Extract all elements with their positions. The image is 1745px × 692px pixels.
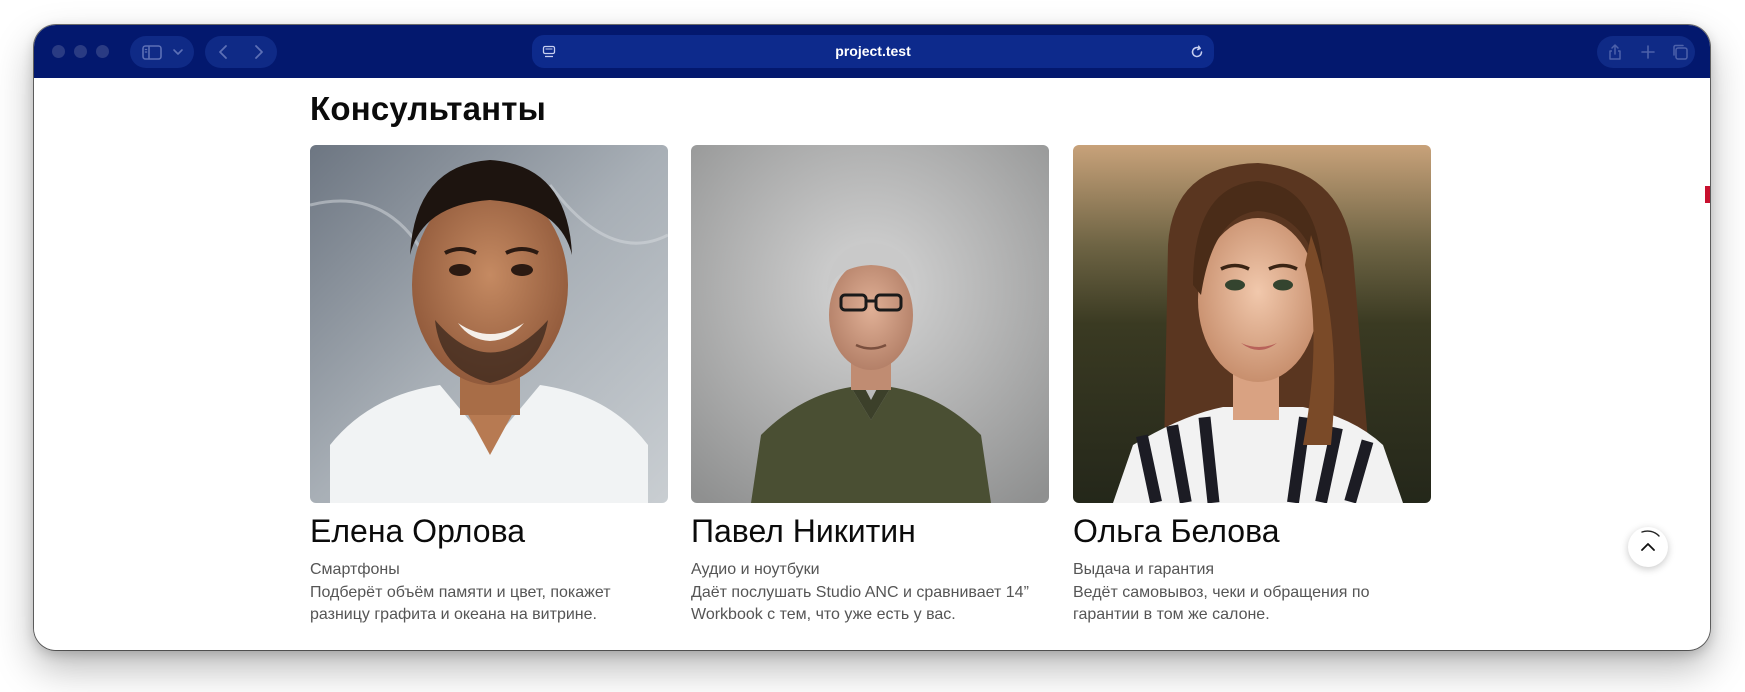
sidebar-icon[interactable] xyxy=(142,45,162,60)
sidebar-toggle-group[interactable] xyxy=(130,36,194,68)
consultant-photo xyxy=(1073,145,1431,503)
consultant-name: Елена Орлова xyxy=(310,513,526,549)
minimize-window-button[interactable] xyxy=(74,45,87,58)
consultant-name: Павел Никитин xyxy=(691,513,916,549)
plus-icon[interactable] xyxy=(1640,44,1656,60)
tab-overview-icon[interactable] xyxy=(1671,43,1689,61)
navigation-group xyxy=(205,36,277,68)
page-content: Консультанты Елена Орлова Смартфоны Подб… xyxy=(34,78,1710,650)
browser-window: project.test Консультанты Елена Орлова С… xyxy=(34,25,1710,650)
address-url[interactable]: project.test xyxy=(532,35,1214,68)
consultant-card: Павел Никитин Аудио и ноутбуки Даёт посл… xyxy=(691,145,1049,623)
consultant-description: Ведёт самовывоз, чеки и обращения по гар… xyxy=(1073,584,1370,623)
close-window-button[interactable] xyxy=(52,45,65,58)
share-icon[interactable] xyxy=(1607,42,1623,62)
consultant-name: Ольга Белова xyxy=(1073,513,1280,549)
consultant-card: Ольга Белова Выдача и гарантия Ведёт сам… xyxy=(1073,145,1431,623)
consultant-photo xyxy=(310,145,668,503)
consultant-role: Выдача и гарантия xyxy=(1073,561,1215,578)
zoom-window-button[interactable] xyxy=(96,45,109,58)
consultant-description: Подберёт объём памяти и цвет, покажет ра… xyxy=(310,584,611,623)
chevron-down-icon[interactable] xyxy=(172,48,184,56)
consultant-role: Смартфоны xyxy=(310,561,400,578)
chevron-up-icon xyxy=(1641,530,1660,551)
address-bar[interactable]: project.test xyxy=(532,35,1214,68)
chevron-left-icon[interactable] xyxy=(217,44,231,60)
window-actions-group xyxy=(1597,36,1695,68)
edge-marker xyxy=(1705,186,1710,203)
browser-toolbar: project.test xyxy=(34,25,1710,78)
screen: project.test Консультанты Елена Орлова С… xyxy=(0,0,1745,692)
consultant-description: Даёт послушать Studio ANC и сравнивает 1… xyxy=(691,584,1029,623)
consultant-role: Аудио и ноутбуки xyxy=(691,561,820,578)
consultant-photo xyxy=(691,145,1049,503)
consultant-card: Елена Орлова Смартфоны Подберёт объём па… xyxy=(310,145,668,623)
page-title: Консультанты xyxy=(310,90,547,127)
chevron-right-icon[interactable] xyxy=(251,44,265,60)
scroll-to-top-button[interactable] xyxy=(1628,527,1668,567)
reload-icon[interactable] xyxy=(1190,45,1204,59)
